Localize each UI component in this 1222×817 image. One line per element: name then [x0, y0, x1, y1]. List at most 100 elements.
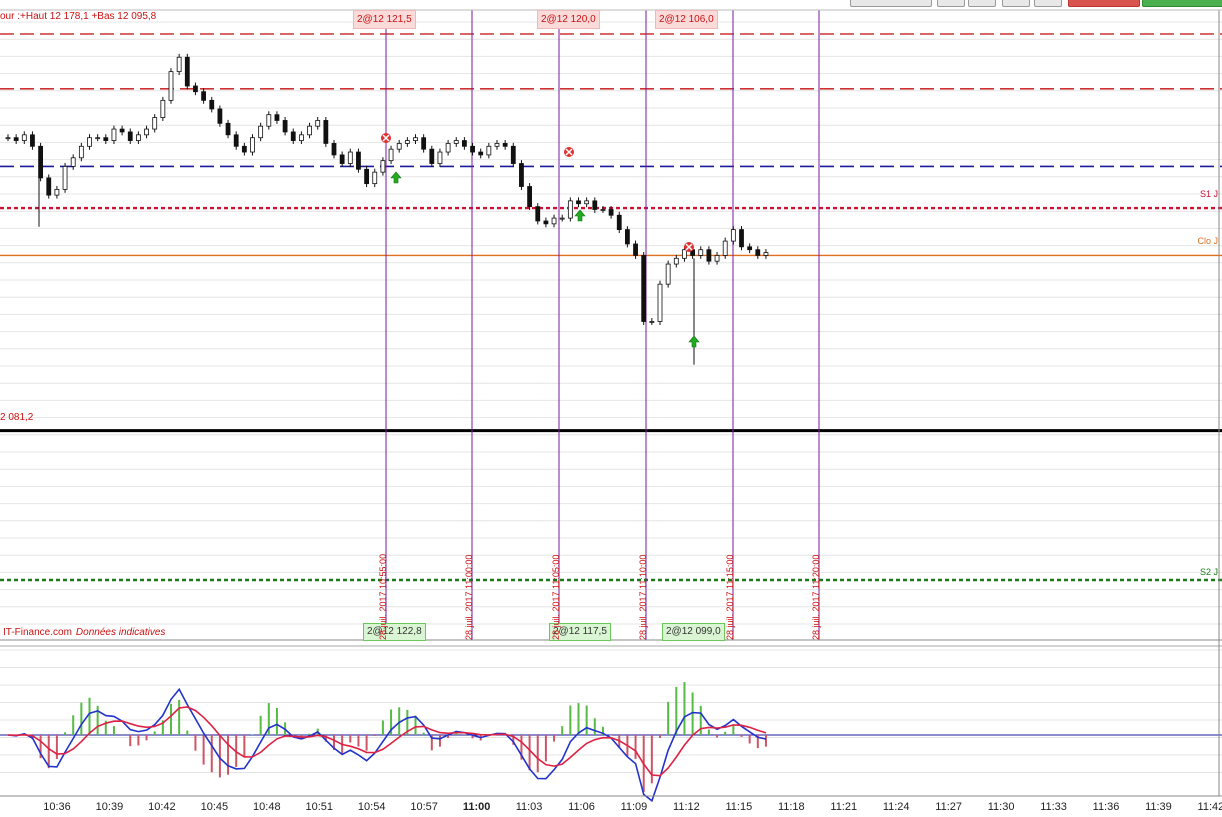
x-tick-label: 11:39	[1145, 801, 1172, 813]
histogram-bar	[528, 735, 531, 771]
candle-body	[250, 137, 255, 153]
order-label-top-3[interactable]: 2@12 106,0	[655, 10, 718, 29]
candle-body	[201, 91, 207, 101]
vertical-time-label-3: 28 juil. 2017 11:05:00	[551, 554, 561, 640]
x-tick-label: 10:45	[200, 801, 229, 813]
x-tick-label: 11:00	[462, 801, 491, 813]
watermark-note: Données indicatives	[75, 627, 166, 638]
candle-body	[144, 128, 149, 136]
candle-body	[682, 249, 687, 259]
candle-body	[527, 186, 532, 208]
candle-body	[184, 56, 190, 87]
histogram-bar	[349, 735, 352, 743]
candle-body	[46, 177, 52, 196]
candle-body	[388, 148, 394, 162]
price-levels	[0, 33, 1222, 582]
candle-body	[282, 120, 288, 133]
histogram-bar	[593, 718, 596, 735]
x-tick-label: 11:12	[673, 801, 700, 813]
histogram-bar	[699, 705, 702, 735]
candle-body	[698, 249, 704, 256]
vertical-time-label-4: 28 juil. 2017 11:10:00	[638, 554, 648, 640]
histogram-bar	[129, 735, 132, 747]
vertical-time-label-6: 28 juil. 2017 11:20:00	[811, 554, 821, 640]
candle-body	[233, 134, 239, 147]
histogram-bar	[227, 735, 230, 775]
vertical-time-label-1: 28 juil. 2017 10:55:00	[378, 553, 388, 640]
candle-body	[592, 200, 598, 210]
candle-body	[323, 120, 329, 144]
candle-body	[258, 125, 264, 139]
panel-frame	[0, 9, 1222, 797]
histogram-bar	[577, 703, 580, 735]
histogram-bar	[659, 735, 661, 738]
candle-body	[478, 151, 484, 156]
histogram-bar	[634, 735, 637, 759]
candle-body	[551, 217, 557, 225]
header-info: our :+Haut 12 178,1 +Bas 12 095,8	[0, 11, 157, 22]
histogram-bar	[72, 715, 75, 735]
candle-body	[413, 137, 418, 141]
order-label-top-1[interactable]: 2@12 121,5	[353, 10, 416, 29]
candle-body	[95, 137, 101, 140]
level-label-s2: S2 J	[1199, 567, 1218, 577]
x-tick-label: 11:36	[1092, 801, 1120, 813]
histogram-bar	[357, 735, 360, 747]
order-label-bottom-1[interactable]: 2@12 122,8	[363, 623, 426, 641]
order-label-top-2[interactable]: 2@12 120,0	[537, 10, 600, 29]
x-tick-label: 10:57	[410, 801, 438, 813]
candle-body	[5, 137, 11, 140]
time-marker-lines	[385, 10, 820, 640]
histogram-bar	[732, 724, 735, 735]
chart-svg[interactable]	[0, 0, 1222, 817]
candle-body	[714, 255, 720, 262]
candle-body	[421, 137, 427, 150]
x-tick-label: 10:48	[253, 801, 281, 813]
candle-body	[608, 209, 614, 216]
histogram-bar	[80, 702, 83, 735]
candle-body	[649, 321, 655, 323]
x-tick-label: 11:33	[1040, 801, 1067, 813]
candle-body	[502, 143, 508, 147]
candle-body	[453, 140, 459, 144]
candle-body	[54, 188, 60, 196]
candle-body	[747, 246, 753, 251]
candle-body	[763, 252, 769, 256]
order-label-bottom-3[interactable]: 2@12 099,0	[662, 623, 725, 641]
candle-body	[380, 160, 386, 173]
candle-body	[559, 217, 565, 220]
histogram-bar	[259, 715, 262, 735]
candle-body	[510, 145, 516, 164]
candle-body	[633, 243, 638, 256]
histogram-bar	[308, 733, 311, 735]
candle-body	[119, 128, 125, 133]
candle-body	[665, 263, 671, 285]
candle-body	[730, 229, 736, 242]
candle-body	[21, 134, 27, 141]
histogram-bar	[536, 735, 539, 773]
histogram-bar	[748, 735, 751, 744]
histogram-bar	[553, 735, 556, 742]
candle-body	[519, 163, 524, 187]
watermark: IT-Finance.com Données indicatives	[3, 627, 165, 638]
candle-body	[543, 220, 549, 225]
candle-body	[135, 134, 141, 141]
candle-body	[461, 140, 467, 147]
candle-body	[600, 209, 606, 211]
entry-arrow-icon	[390, 171, 402, 184]
histogram-bar	[202, 735, 205, 765]
histogram-bar	[667, 701, 670, 735]
candle-body	[78, 145, 84, 159]
histogram-bar	[170, 703, 172, 735]
histogram-bar	[683, 682, 686, 735]
candle-body	[13, 137, 19, 141]
histogram-bar	[112, 726, 115, 735]
candle-body	[584, 200, 590, 205]
x-tick-label: 11:42	[1197, 801, 1222, 813]
candle-body	[657, 283, 663, 322]
histogram-bar	[210, 735, 213, 773]
histogram-bar	[422, 732, 425, 735]
candle-body	[298, 134, 304, 141]
x-tick-label: 11:15	[725, 801, 753, 813]
x-tick-label: 10:39	[95, 801, 124, 813]
